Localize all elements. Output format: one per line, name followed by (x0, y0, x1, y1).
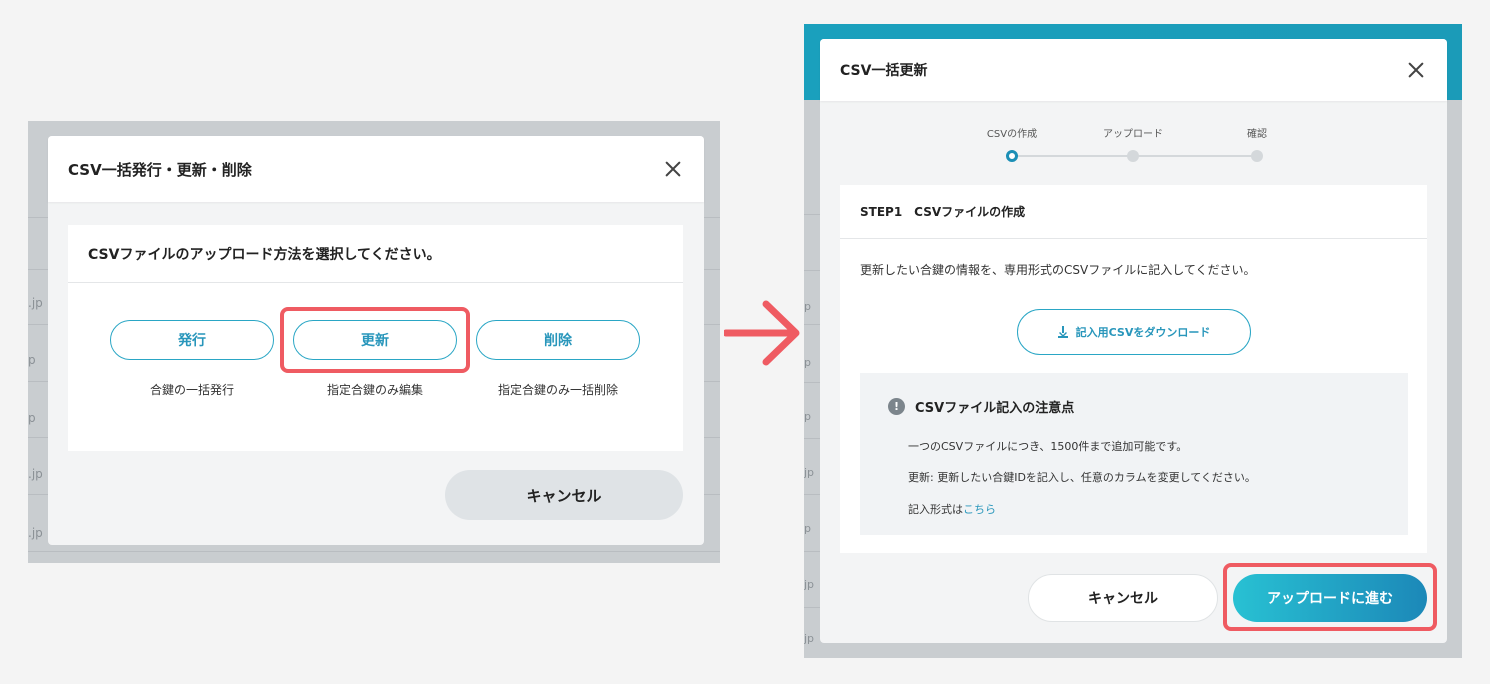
step-label-upload: アップロード (1103, 129, 1163, 140)
bg-cell: jp (804, 466, 815, 479)
bg-cell: p (28, 353, 36, 367)
notice-line-2: 更新: 更新したい合鍵IDを記入し、任意のカラムを変更してください。 (908, 471, 1256, 484)
arrow-right-icon (724, 300, 800, 366)
bg-cell: .jp (28, 526, 43, 540)
close-icon[interactable] (664, 160, 682, 178)
highlight-frame (1223, 563, 1437, 631)
step-label-create: CSVの作成 (986, 129, 1038, 140)
delete-caption: 指定合鍵のみ一括削除 (497, 383, 618, 397)
step-dot-create (1006, 150, 1018, 162)
notice-line-3: 記入形式はこちら (908, 501, 996, 517)
step-dot-confirm (1251, 150, 1263, 162)
notice-heading: ! CSVファイル記入の注意点 (888, 397, 1074, 416)
bg-cell: jp (804, 632, 815, 645)
exclamation-icon: ! (888, 398, 905, 415)
close-icon[interactable] (1407, 61, 1425, 79)
bg-cell: p (804, 300, 811, 313)
download-icon (1057, 326, 1068, 338)
download-label: 記入用CSVをダウンロード (1075, 326, 1211, 339)
cancel-button[interactable]: キャンセル (445, 470, 683, 520)
notice-line-3-text: 記入形式は (908, 503, 963, 516)
step-description: 更新したい合鍵の情報を、専用形式のCSVファイルに記入してください。 (860, 263, 1256, 277)
bg-cell: .jp (28, 296, 43, 310)
left-screenshot: .jp p p .jp .jp CSV一括発行・更新・削除 CSVファイルのアッ… (28, 121, 720, 563)
update-caption: 指定合鍵のみ編集 (326, 383, 423, 397)
bg-cell: p (804, 410, 811, 423)
modal-title: CSV一括更新 (840, 63, 928, 79)
csv-update-modal: CSV一括更新 CSVの作成 アップロード 確認 STEP1 CSVファイルの作… (820, 39, 1447, 643)
modal-header: CSV一括更新 (820, 39, 1447, 101)
modal-title: CSV一括発行・更新・削除 (68, 160, 252, 179)
issue-button[interactable]: 発行 (110, 320, 274, 360)
modal-header: CSV一括発行・更新・削除 (48, 136, 704, 202)
delete-button[interactable]: 削除 (476, 320, 640, 360)
bg-cell: .jp (28, 467, 43, 481)
bg-cell: p (804, 356, 811, 369)
step-heading: STEP1 CSVファイルの作成 (840, 185, 1427, 239)
highlight-frame (280, 307, 470, 373)
notice-line-1: 一つのCSVファイルにつき、1500件まで追加可能です。 (908, 440, 1188, 453)
card-heading: CSVファイルのアップロード方法を選択してください。 (68, 225, 683, 283)
notice-title: CSVファイル記入の注意点 (915, 401, 1075, 416)
bg-cell: p (804, 522, 811, 535)
issue-caption: 合鍵の一括発行 (149, 383, 234, 397)
download-csv-button[interactable]: 記入用CSVをダウンロード (1017, 309, 1251, 355)
step1-card: STEP1 CSVファイルの作成 更新したい合鍵の情報を、専用形式のCSVファイ… (840, 185, 1427, 553)
step-dot-upload (1127, 150, 1139, 162)
bg-cell: p (28, 411, 36, 425)
bg-cell: jp (804, 578, 815, 591)
notice-box: ! CSVファイル記入の注意点 一つのCSVファイルにつき、1500件まで追加可… (860, 373, 1408, 535)
step-label-confirm: 確認 (1247, 129, 1267, 140)
progress-stepper: CSVの作成 アップロード 確認 (820, 101, 1447, 185)
format-link[interactable]: こちら (963, 503, 996, 516)
cancel-button[interactable]: キャンセル (1028, 574, 1218, 622)
